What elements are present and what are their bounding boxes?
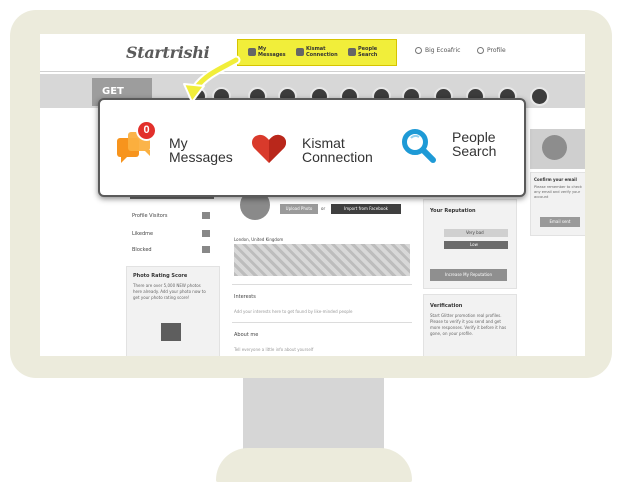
monitor-stand-neck: [243, 378, 384, 452]
messages-icon: [248, 48, 256, 56]
confirm-email-title: Confirm your email: [534, 177, 577, 182]
reputation-bar-low: Low: [444, 241, 508, 249]
confirm-email-text: Please remember to check any email and v…: [534, 185, 583, 199]
verification-title: Verification: [430, 303, 463, 309]
count-badge: [202, 230, 210, 237]
left-menu-item-blocked[interactable]: Blocked: [132, 246, 210, 253]
photo-rating-panel: Photo Rating Score There are over 5,000 …: [126, 266, 220, 356]
header-nav-kismat[interactable]: Kismat Connection: [296, 46, 340, 58]
left-menu-item-likedme[interactable]: Likedme: [132, 230, 210, 237]
location-text: London, United Kingdom: [234, 237, 284, 242]
heart-icon: [251, 134, 287, 163]
search-icon: [402, 129, 436, 163]
heart-icon: [296, 48, 304, 56]
interests-hint: Add your interests here to get found by …: [234, 309, 353, 314]
about-hint: Tell everyone a little info about yourse…: [234, 347, 314, 352]
my-messages-label-line1: My: [169, 135, 188, 151]
monitor-stand-base: [216, 448, 412, 482]
left-menu-label: Profile Visitors: [132, 213, 168, 219]
header-nav-search-label: People Search: [358, 46, 378, 58]
increase-reputation-button[interactable]: Increase My Reputation: [430, 269, 507, 281]
search-icon: [348, 48, 356, 56]
band-tab-label: GET: [102, 86, 124, 97]
about-label: About me: [234, 332, 259, 338]
email-sent-button[interactable]: Email sent: [540, 217, 580, 227]
count-badge: [202, 212, 210, 219]
header-nav-kismat-label: Kismat Connection: [306, 46, 338, 58]
profile-icon: [477, 47, 484, 54]
kismat-label-line2: Connection: [302, 149, 373, 165]
header-profile-link[interactable]: Profile: [477, 47, 506, 54]
left-menu-label: Likedme: [132, 231, 154, 237]
photo-icon: [161, 323, 181, 341]
photo-rating-text: There are over 5,000 NEW photos here alr…: [133, 283, 206, 300]
interests-label: Interests: [234, 294, 256, 300]
verification-panel: Verification Start Glitter promotion rea…: [423, 294, 517, 356]
kismat-label-line1: Kismat: [302, 135, 345, 151]
people-search-label-line1: People: [452, 129, 496, 145]
verification-text: Start Glitter promotion real profiles. P…: [430, 313, 507, 336]
people-search-label-line2: Search: [452, 143, 497, 159]
site-header: Startrishi My Messages Kismat Connection…: [40, 34, 585, 72]
import-facebook-button[interactable]: Import from Facebook: [331, 204, 401, 214]
reputation-bar-very-bad: Very bad: [444, 229, 508, 237]
header-nav-messages[interactable]: My Messages: [248, 46, 286, 58]
location-map[interactable]: [234, 244, 410, 276]
photo-rating-title: Photo Rating Score: [133, 273, 188, 279]
left-menu-item-profile-visitors[interactable]: Profile Visitors: [132, 212, 210, 219]
reputation-title: Your Reputation: [430, 208, 476, 214]
upload-photo-button[interactable]: Upload Photo: [280, 204, 318, 214]
very-bad-label: Very bad: [466, 230, 484, 235]
site-logo[interactable]: Startrishi: [126, 43, 210, 62]
divider: [232, 322, 412, 323]
header-user-link[interactable]: Big Ecoafric: [415, 47, 460, 54]
divider: [232, 284, 412, 285]
messages-count-badge: 0: [136, 120, 157, 141]
header-nav-messages-label: My Messages: [258, 46, 286, 58]
member-thumbnail[interactable]: [530, 87, 549, 106]
user-icon: [415, 47, 422, 54]
header-nav-search[interactable]: People Search: [348, 46, 386, 58]
header-user-name: Big Ecoafric: [425, 47, 461, 54]
my-messages-label-line2: Messages: [169, 149, 233, 165]
low-label: Low: [470, 242, 478, 247]
count-badge: [202, 246, 210, 253]
header-profile-label: Profile: [487, 47, 506, 54]
or-text: or: [321, 206, 326, 211]
secondary-avatar[interactable]: [542, 135, 567, 160]
header-nav-highlight: My Messages Kismat Connection People Sea…: [237, 39, 397, 66]
left-menu-label: Blocked: [132, 247, 152, 253]
